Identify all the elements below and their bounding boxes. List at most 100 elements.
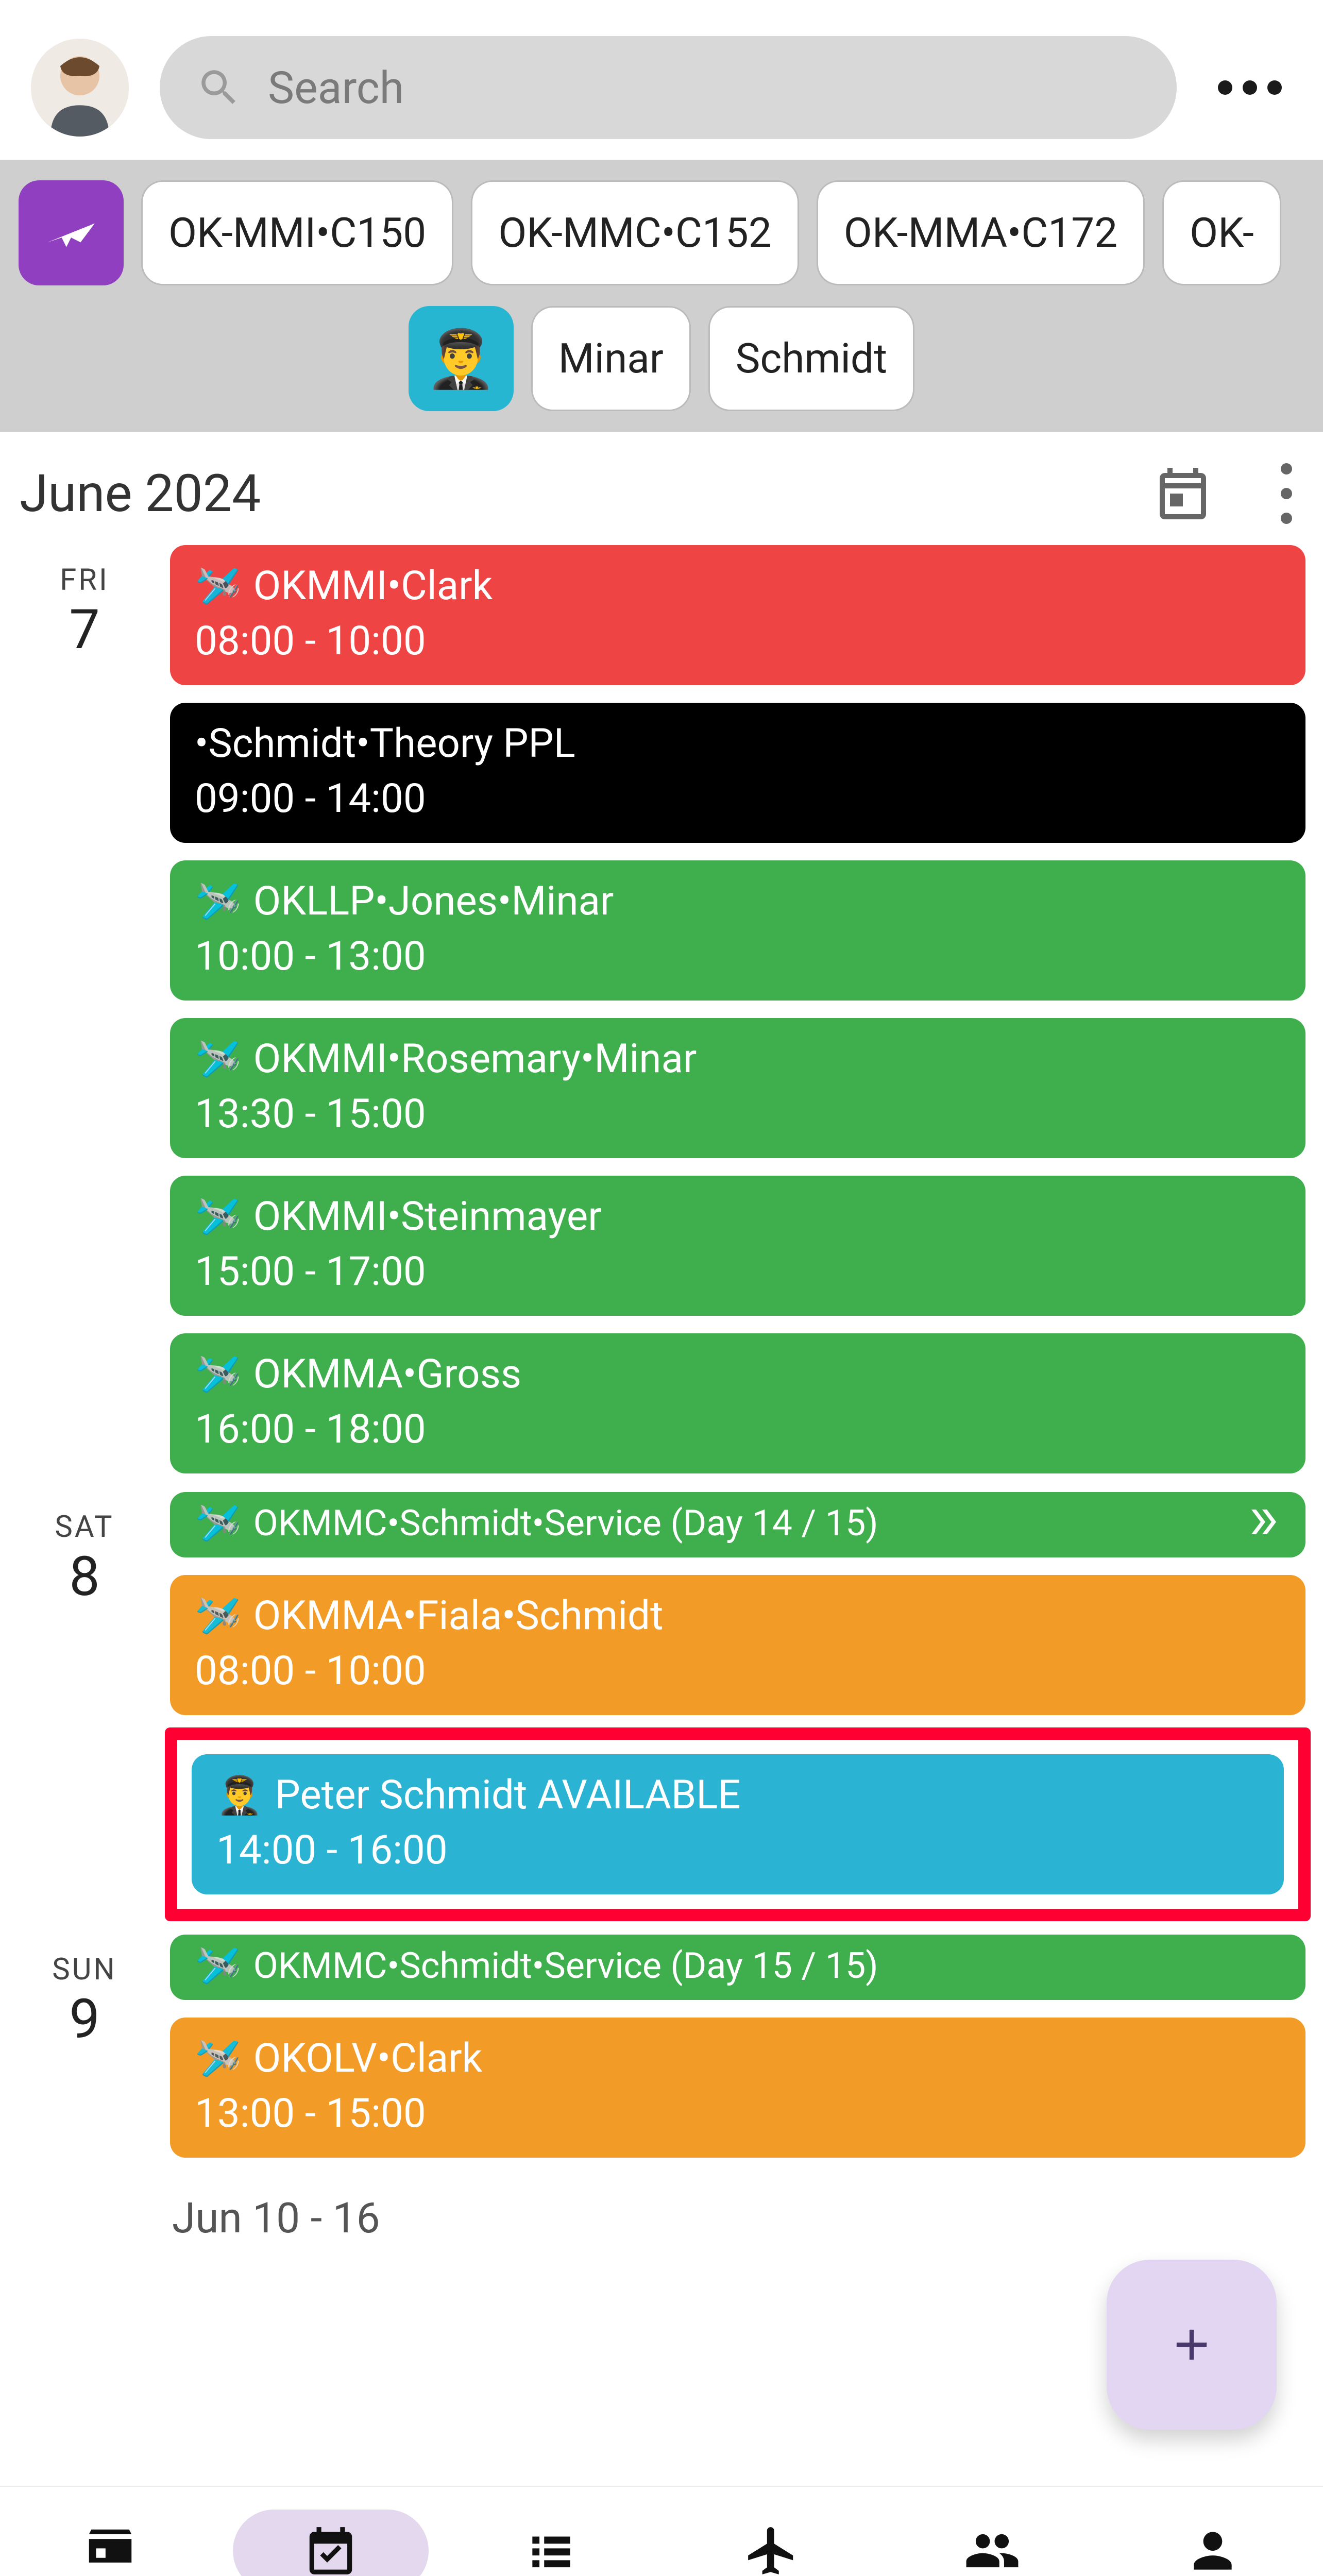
plane-small-icon: 🛩️ bbox=[195, 564, 241, 608]
dot-icon bbox=[1281, 488, 1292, 499]
plus-icon bbox=[1166, 2319, 1217, 2370]
avatar-image bbox=[31, 39, 129, 137]
day-number: 7 bbox=[18, 598, 151, 662]
calendar-event[interactable]: 🛩️ OKMMI•Steinmayer 15:00 - 17:00 bbox=[170, 1176, 1305, 1316]
plane-small-icon: 🛩️ bbox=[195, 879, 241, 923]
day-number: 9 bbox=[18, 1987, 151, 2051]
calendar-event[interactable]: 🛩️ OKOLV•Clark13:00 - 15:00 bbox=[170, 2018, 1305, 2158]
avatar[interactable] bbox=[31, 39, 129, 137]
search-placeholder: Search bbox=[268, 62, 404, 114]
event-title: 🛩️ OKMMA•Gross bbox=[195, 1351, 1281, 1398]
nav-item-fleet[interactable]: Fleet bbox=[662, 2487, 882, 2576]
plane-small-icon: 🛩️ bbox=[195, 1594, 241, 1638]
plane-small-icon: 🛩️ bbox=[195, 1195, 241, 1239]
event-time: 13:30 - 15:00 bbox=[195, 1091, 1281, 1138]
event-title: 🛩️ OKOLV•Clark bbox=[195, 2035, 1281, 2082]
nav-item-schedule[interactable]: Schedule bbox=[220, 2487, 441, 2576]
event-title: 🛩️ OKMMC•Schmidt•Service (Day 14 / 15) bbox=[195, 1501, 1281, 1545]
calendar-event[interactable]: 🛩️ OKMMC•Schmidt•Service (Day 14 / 15) bbox=[170, 1492, 1305, 1557]
event-time: 08:00 - 10:00 bbox=[195, 618, 1281, 665]
event-title: 🛩️ OKMMC•Schmidt•Service (Day 15 / 15) bbox=[195, 1944, 1281, 1988]
nav-icon-wrap bbox=[233, 2510, 429, 2576]
nav-icon-wrap bbox=[453, 2510, 649, 2576]
plane-icon bbox=[743, 2522, 800, 2576]
people-icon bbox=[964, 2522, 1021, 2576]
day-column: FRI7 bbox=[18, 545, 151, 1473]
event-time: 10:00 - 13:00 bbox=[195, 933, 1281, 980]
plane-small-icon: 🛩️ bbox=[195, 1501, 241, 1545]
nav-item-contacts[interactable]: Contacts bbox=[882, 2487, 1102, 2576]
today-icon[interactable] bbox=[1152, 463, 1214, 524]
aircraft-pill-overflow[interactable]: OK- bbox=[1162, 180, 1281, 285]
event-title: 🛩️ OKMMI•Steinmayer bbox=[195, 1193, 1281, 1240]
calendar-event[interactable]: 🛩️ OKMMC•Schmidt•Service (Day 15 / 15) bbox=[170, 1935, 1305, 2000]
nav-icon-wrap bbox=[894, 2510, 1090, 2576]
event-time: 15:00 - 17:00 bbox=[195, 1248, 1281, 1295]
next-week-label: Jun 10 - 16 bbox=[172, 2194, 1305, 2243]
nav-item-personal[interactable]: Personal bbox=[1102, 2487, 1323, 2576]
search-icon bbox=[196, 64, 242, 111]
events-column: 🛩️ OKMMC•Schmidt•Service (Day 14 / 15)🛩️… bbox=[170, 1492, 1305, 1916]
dot-icon bbox=[1281, 513, 1292, 524]
day-number: 8 bbox=[18, 1545, 151, 1608]
nav-icon-wrap bbox=[1115, 2510, 1311, 2576]
aircraft-pill-ok-mma[interactable]: OK-MMA•C172 bbox=[817, 180, 1145, 285]
event-time: 09:00 - 14:00 bbox=[195, 775, 1281, 822]
filter-bar: OK-MMI•C150 OK-MMC•C152 OK-MMA•C172 OK- … bbox=[0, 160, 1323, 432]
event-time: 08:00 - 10:00 bbox=[195, 1648, 1281, 1694]
calendar-event[interactable]: 🛩️ OKMMI•Clark 08:00 - 10:00 bbox=[170, 545, 1305, 685]
person-icon bbox=[1184, 2522, 1241, 2576]
day-block: SUN9 🛩️ OKMMC•Schmidt•Service (Day 15 / 1… bbox=[18, 1935, 1305, 2158]
calendar-event[interactable]: 🛩️ OKMMA•Gross16:00 - 18:00 bbox=[170, 1333, 1305, 1473]
month-title: June 2024 bbox=[20, 464, 261, 524]
nav-icon-wrap bbox=[674, 2510, 870, 2576]
calendar-list: FRI7 🛩️ OKMMI•Clark 08:00 - 10:00 •Schmidt… bbox=[0, 545, 1323, 2486]
highlight-frame: 👨‍✈️ Peter Schmidt AVAILABLE 14:00 - 16:0… bbox=[165, 1727, 1311, 1921]
aircraft-pill-ok-mmi[interactable]: OK-MMI•C150 bbox=[141, 180, 453, 285]
dot-icon bbox=[1281, 463, 1292, 474]
event-title: •Schmidt•Theory PPL bbox=[195, 720, 1281, 767]
list-icon bbox=[523, 2522, 580, 2576]
month-more-button[interactable] bbox=[1281, 463, 1292, 524]
event-title: 🛩️ OKMMI•Clark bbox=[195, 563, 1281, 609]
aircraft-filter-icon[interactable] bbox=[19, 180, 124, 285]
plane-small-icon: 🛩️ bbox=[195, 2037, 241, 2080]
calendar-event[interactable]: 🛩️ OKMMI•Rosemary•Minar13:30 - 15:00 bbox=[170, 1018, 1305, 1158]
calendar-event[interactable]: •Schmidt•Theory PPL 09:00 - 14:00 bbox=[170, 703, 1305, 843]
search-input[interactable]: Search bbox=[160, 36, 1177, 139]
day-column: SAT8 bbox=[18, 1492, 151, 1916]
calendar-event[interactable]: 🛩️ OKLLP•Jones•Minar 10:00 - 13:00 bbox=[170, 860, 1305, 1001]
multi-day-continue-icon bbox=[1244, 1503, 1281, 1547]
nav-item-info[interactable]: Info bbox=[0, 2487, 220, 2576]
pilot-icon: 👨‍✈️ bbox=[426, 326, 496, 392]
person-filter-icon[interactable]: 👨‍✈️ bbox=[409, 306, 514, 411]
day-of-week: SAT bbox=[18, 1510, 151, 1545]
day-of-week: FRI bbox=[18, 563, 151, 598]
dot-icon bbox=[1243, 80, 1257, 95]
day-block: FRI7 🛩️ OKMMI•Clark 08:00 - 10:00 •Schmidt… bbox=[18, 545, 1305, 1473]
event-title: 👨‍✈️ Peter Schmidt AVAILABLE bbox=[216, 1772, 1259, 1819]
plane-small-icon: 🛩️ bbox=[195, 1352, 241, 1396]
day-of-week: SUN bbox=[18, 1952, 151, 1987]
more-menu-button[interactable] bbox=[1208, 80, 1292, 95]
dot-icon bbox=[1267, 80, 1282, 95]
event-title: 🛩️ OKLLP•Jones•Minar bbox=[195, 878, 1281, 925]
dot-icon bbox=[1218, 80, 1232, 95]
event-title: 🛩️ OKMMA•Fiala•Schmidt bbox=[195, 1592, 1281, 1639]
person-pill-schmidt[interactable]: Schmidt bbox=[708, 306, 914, 411]
nav-item-flights[interactable]: Flights bbox=[441, 2487, 662, 2576]
nav-icon-wrap bbox=[12, 2510, 208, 2576]
pilot-icon: 👨‍✈️ bbox=[216, 1773, 263, 1817]
calendar-event[interactable]: 🛩️ OKMMA•Fiala•Schmidt 08:00 - 10:00 bbox=[170, 1575, 1305, 1715]
events-column: 🛩️ OKMMI•Clark 08:00 - 10:00 •Schmidt•The… bbox=[170, 545, 1305, 1473]
plane-small-icon: 🛩️ bbox=[195, 1037, 241, 1081]
calendar-event[interactable]: 👨‍✈️ Peter Schmidt AVAILABLE 14:00 - 16:0… bbox=[192, 1754, 1284, 1894]
add-event-fab[interactable] bbox=[1107, 2260, 1277, 2430]
person-pill-minar[interactable]: Minar bbox=[531, 306, 691, 411]
day-column: SUN9 bbox=[18, 1935, 151, 2158]
day-block: SAT8🛩️ OKMMC•Schmidt•Service (Day 14 / 1… bbox=[18, 1492, 1305, 1916]
aircraft-pill-ok-mmc[interactable]: OK-MMC•C152 bbox=[471, 180, 799, 285]
event-time: 14:00 - 16:00 bbox=[216, 1827, 1259, 1874]
bottom-nav: InfoScheduleFlightsFleetContactsPersonal bbox=[0, 2486, 1323, 2576]
info-icon bbox=[82, 2522, 139, 2576]
